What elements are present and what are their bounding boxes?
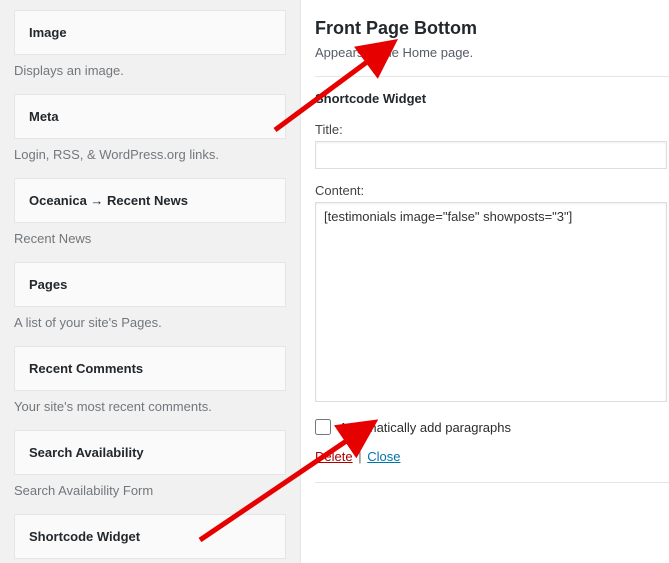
title-label: Title: [315, 122, 667, 137]
autop-label: Automatically add paragraphs [339, 420, 511, 435]
title-input[interactable] [315, 141, 667, 169]
widget-instance: Shortcode Widget Title: Content: Automat… [315, 76, 669, 495]
widget-item-search-availability[interactable]: Search Availability [14, 430, 286, 475]
widget-name: Meta [29, 109, 59, 124]
widget-name: Recent Comments [29, 361, 143, 376]
widget-desc: Your site's most recent comments. [14, 399, 286, 414]
widget-name: Image [29, 25, 67, 40]
widget-desc: Recent News [14, 231, 286, 246]
widget-item-meta[interactable]: Meta [14, 94, 286, 139]
content-label: Content: [315, 183, 667, 198]
widget-item-shortcode-widget[interactable]: Shortcode Widget [14, 514, 286, 559]
widget-item-recent-comments[interactable]: Recent Comments [14, 346, 286, 391]
widget-desc: Login, RSS, & WordPress.org links. [14, 147, 286, 162]
close-link[interactable]: Close [367, 449, 400, 464]
delete-link[interactable]: Delete [315, 449, 353, 464]
autop-checkbox[interactable] [315, 419, 331, 435]
widget-item-image[interactable]: Image [14, 10, 286, 55]
available-widgets-list: Image Displays an image. Meta Login, RSS… [0, 0, 300, 563]
widget-desc: Search Availability Form [14, 483, 286, 498]
divider [315, 482, 669, 495]
widget-name: Oceanica → Recent News [29, 193, 188, 208]
widget-name: Search Availability [29, 445, 144, 460]
widget-area-title: Front Page Bottom [315, 18, 669, 39]
widget-desc: Displays an image. [14, 63, 286, 78]
widget-item-oceanica-recent-news[interactable]: Oceanica → Recent News [14, 178, 286, 223]
widget-name: Pages [29, 277, 67, 292]
widget-name: Shortcode Widget [29, 529, 140, 544]
widget-item-pages[interactable]: Pages [14, 262, 286, 307]
separator: | [358, 449, 361, 464]
widget-area-panel: Front Page Bottom Appears in the Home pa… [300, 0, 669, 563]
widget-instance-header: Shortcode Widget [315, 91, 669, 106]
content-textarea[interactable] [315, 202, 667, 402]
widget-desc: A list of your site's Pages. [14, 315, 286, 330]
widget-area-desc: Appears in the Home page. [315, 45, 669, 60]
